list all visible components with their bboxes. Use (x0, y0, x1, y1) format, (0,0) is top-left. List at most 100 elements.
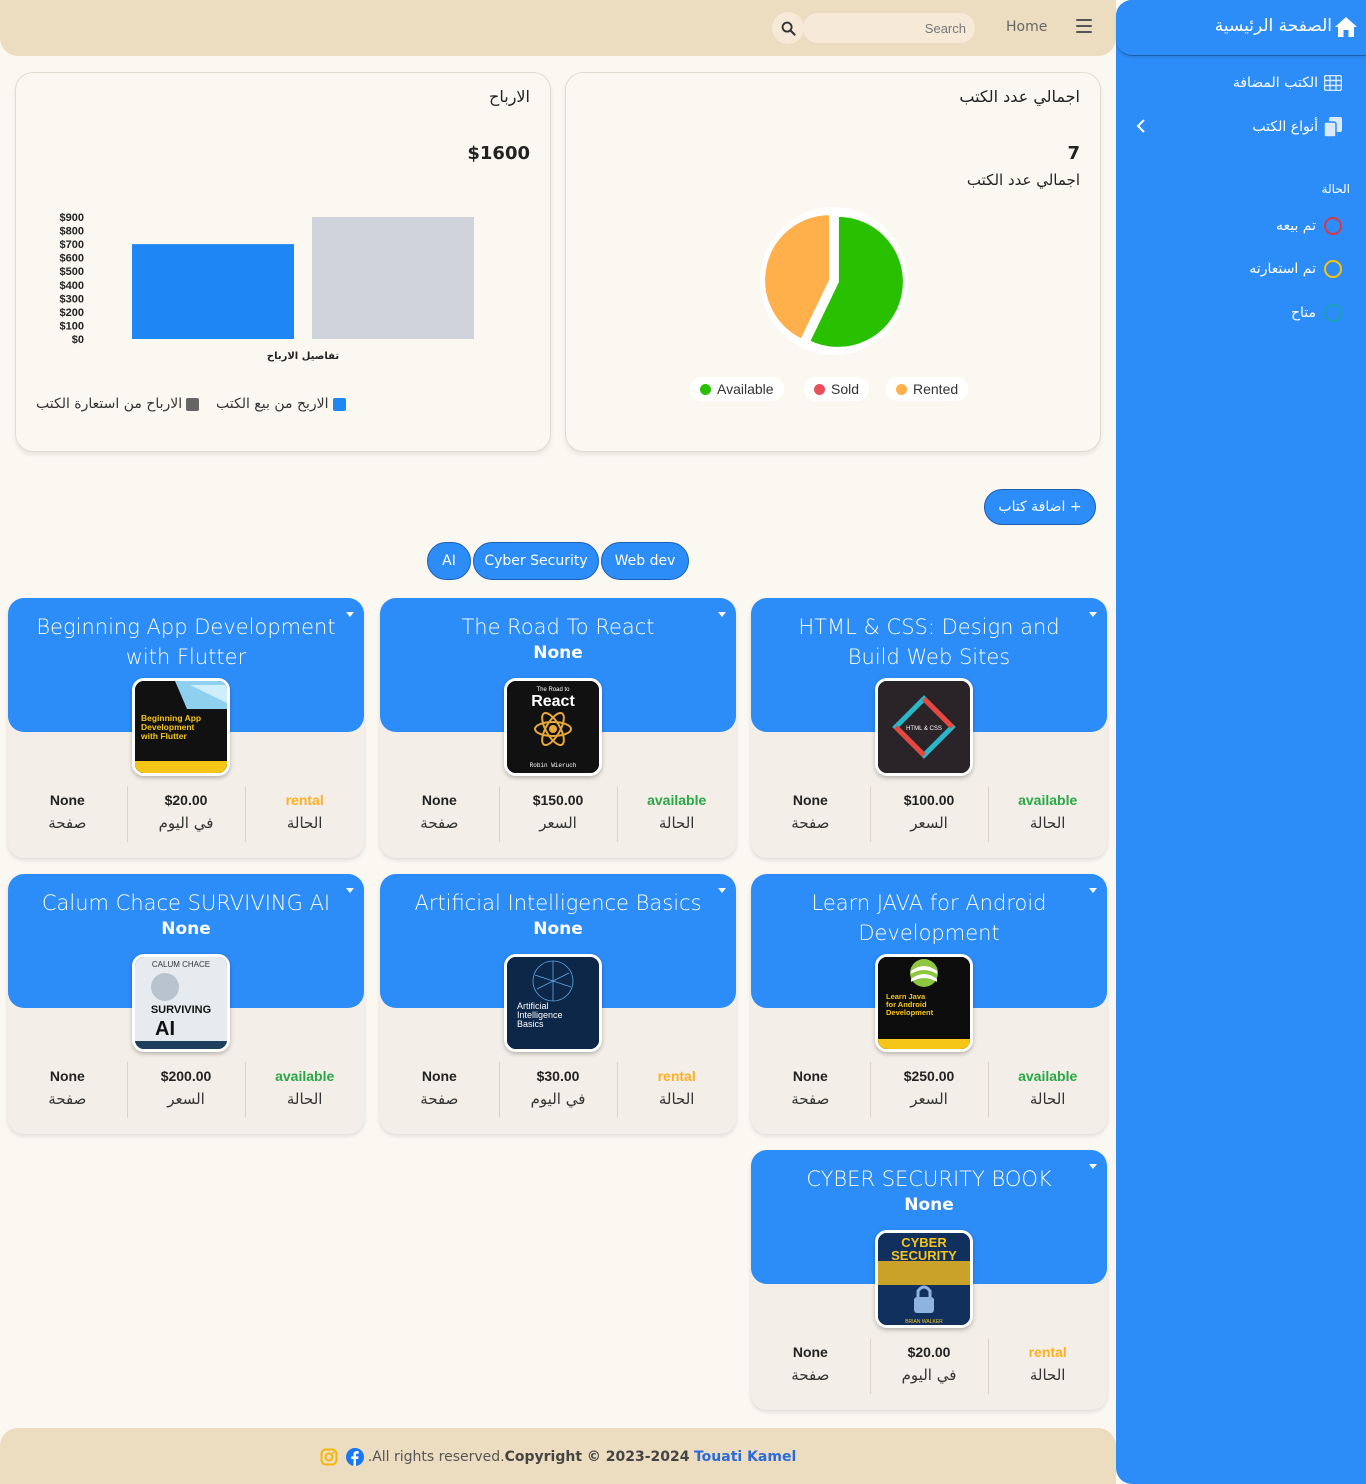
pages-label: صفحة (420, 1090, 459, 1108)
facebook-icon[interactable] (345, 1448, 364, 1466)
bar-rental[interactable] (312, 217, 474, 339)
bar-sales[interactable] (132, 244, 294, 339)
price-value: $150.00 (532, 792, 584, 808)
filter-cyber-security[interactable]: Cyber Security (473, 542, 599, 580)
chevron-left-icon[interactable] (1136, 119, 1146, 133)
book-cover-image[interactable]: Learn Java for Android Development (875, 954, 973, 1052)
book-cover-art: CYBERSECURITYBRIAN WALKER (878, 1233, 970, 1325)
legend-available[interactable]: Available (690, 377, 784, 401)
book-cover-image[interactable]: CYBER SECURITY BRIAN WALKER (875, 1230, 973, 1328)
sidebar-item-added-books[interactable]: الكتب المضافة (1233, 75, 1342, 91)
book-card-the-road-to-react[interactable]: The Road To React None The Road to React Rob… (380, 598, 736, 858)
card-menu-caret-icon[interactable] (346, 612, 354, 617)
status-value: rental (1028, 1344, 1067, 1360)
y-tick-label: $200 (60, 307, 84, 319)
status-label: الحالة (1029, 814, 1066, 832)
status-item-rented[interactable]: تم استعارته (1249, 260, 1342, 278)
y-tick-label: $600 (60, 253, 84, 265)
legend-sales-profit[interactable]: الاربح من بيع الكتب (216, 396, 346, 412)
sidebar-item-book-types[interactable]: أنواع الكتب (1252, 117, 1342, 137)
y-tick-label: $800 (60, 226, 84, 238)
price-label: السعر (910, 1090, 948, 1108)
book-cover-art: HTML & CSS (878, 681, 970, 773)
legend-sold[interactable]: Sold (804, 377, 870, 401)
card-menu-caret-icon[interactable] (1089, 1164, 1097, 1169)
legend-dot-available (700, 383, 711, 395)
book-title: The Road To React None (400, 612, 716, 664)
book-cover-art: CALUM CHACE SURVIVING AI (135, 957, 227, 1049)
book-stats: None صفحة $100.00 السعر available الحالة (751, 782, 1107, 846)
total-books-value: 7 (1067, 143, 1080, 164)
book-title-text: Beginning App Development with Flutter (36, 615, 336, 669)
svg-text:SURVIVING: SURVIVING (151, 1004, 211, 1016)
book-card-calum-chace-surviving-ai[interactable]: Calum Chace SURVIVING AI None CALUM CHACE S… (8, 874, 364, 1134)
status-value: rental (657, 1068, 696, 1084)
add-book-button[interactable]: + اضافة كتاب (984, 489, 1096, 525)
footer-author-link[interactable]: Touati Kamel (694, 1449, 796, 1465)
copy-icon (1324, 117, 1342, 137)
card-menu-caret-icon[interactable] (718, 612, 726, 617)
status-section-heading: الحالة (1321, 182, 1350, 196)
book-card-learn-java-for-android-development[interactable]: Learn JAVA for Android Development Learn … (751, 874, 1107, 1134)
svg-text:Basics: Basics (517, 1019, 544, 1029)
pages-label: صفحة (48, 1090, 87, 1108)
book-cover-image[interactable]: Artificial Intelligence Basics (504, 954, 602, 1052)
pages-value: None (421, 1068, 457, 1084)
book-cover-image[interactable]: CALUM CHACE SURVIVING AI (132, 954, 230, 1052)
nav-home-link[interactable]: Home (1006, 19, 1047, 35)
search-icon (781, 21, 796, 36)
book-cover-image[interactable]: The Road to React Robin Wieruch (504, 678, 602, 776)
book-title: CYBER SECURITY BOOK None (771, 1164, 1087, 1216)
table-icon (1324, 75, 1342, 91)
card-menu-caret-icon[interactable] (718, 888, 726, 893)
pages-label: صفحة (791, 1090, 830, 1108)
book-card-artificial-intelligence-basics[interactable]: Artificial Intelligence Basics None Artifi… (380, 874, 736, 1134)
svg-text:Development: Development (886, 1008, 934, 1017)
y-tick-label: $700 (60, 239, 84, 251)
book-title-text: HTML & CSS: Design and Build Web Sites (798, 615, 1060, 669)
legend-swatch (332, 397, 346, 411)
price-value: $200.00 (160, 1068, 212, 1084)
book-card-html-css-design-and-build-web-sites[interactable]: HTML & CSS: Design and Build Web Sites HT… (751, 598, 1107, 858)
home-icon (1335, 17, 1357, 37)
book-cover-image[interactable]: Beginning App Development with Flutter (132, 678, 230, 776)
search-input[interactable] (803, 13, 975, 43)
sidebar-header[interactable]: الصفحة الرئيسية (1116, 0, 1366, 56)
legend-label-available: Available (717, 381, 774, 397)
legend-label: الاربح من بيع الكتب (216, 396, 329, 412)
pages-value: None (49, 1068, 85, 1084)
price-label: في اليوم (530, 1090, 586, 1108)
book-card-beginning-app-development-with-flutter[interactable]: Beginning App Development with Flutter Be… (8, 598, 364, 858)
status-item-available[interactable]: متاح (1291, 304, 1342, 322)
search-button[interactable] (772, 12, 804, 44)
card-menu-caret-icon[interactable] (1089, 612, 1097, 617)
pages-value: None (49, 792, 85, 808)
book-cover-image[interactable]: HTML & CSS (875, 678, 973, 776)
profits-card: الارباح $1600 $900 $800 $700 $600 $500 $400 $3… (15, 72, 551, 452)
books-pie-chart (760, 207, 908, 355)
status-value: available (1018, 1068, 1078, 1084)
stat-pages: None صفحة (8, 1058, 127, 1122)
status-label: الحالة (286, 814, 323, 832)
price-value: $30.00 (536, 1068, 580, 1084)
total-books-card: اجمالي عدد الكتب 7 اجمالي عدد الكتب Avai… (565, 72, 1101, 452)
stat-status: rental الحالة (245, 782, 364, 846)
book-title-text: Learn JAVA for Android Development (811, 891, 1047, 945)
filter-web-dev[interactable]: Web dev (601, 542, 689, 580)
filter-ai[interactable]: AI (427, 542, 471, 580)
status-ring-icon (1324, 260, 1342, 278)
status-item-sold[interactable]: تم بيعه (1276, 217, 1342, 235)
legend-rental-profit[interactable]: الارباح من استعارة الكتب (36, 396, 200, 412)
footer-copyright: Copyright © 2023-2024 (504, 1449, 690, 1465)
book-title-text: Artificial Intelligence Basics (414, 891, 702, 915)
book-cover-art: Beginning AppDevelopmentwith Flutter (135, 681, 227, 773)
hamburger-menu-icon[interactable] (1076, 19, 1092, 33)
book-stats: None صفحة $200.00 السعر available الحالة (8, 1058, 364, 1122)
instagram-icon[interactable] (320, 1448, 338, 1466)
legend-rented[interactable]: Rented (886, 377, 969, 401)
book-card-cyber-security-book[interactable]: CYBER SECURITY BOOK None CYBER SECURITY BRIA… (751, 1150, 1107, 1410)
stat-status: rental الحالة (617, 1058, 736, 1122)
card-menu-caret-icon[interactable] (1089, 888, 1097, 893)
card-menu-caret-icon[interactable] (346, 888, 354, 893)
svg-text:CALUM CHACE: CALUM CHACE (152, 960, 210, 969)
